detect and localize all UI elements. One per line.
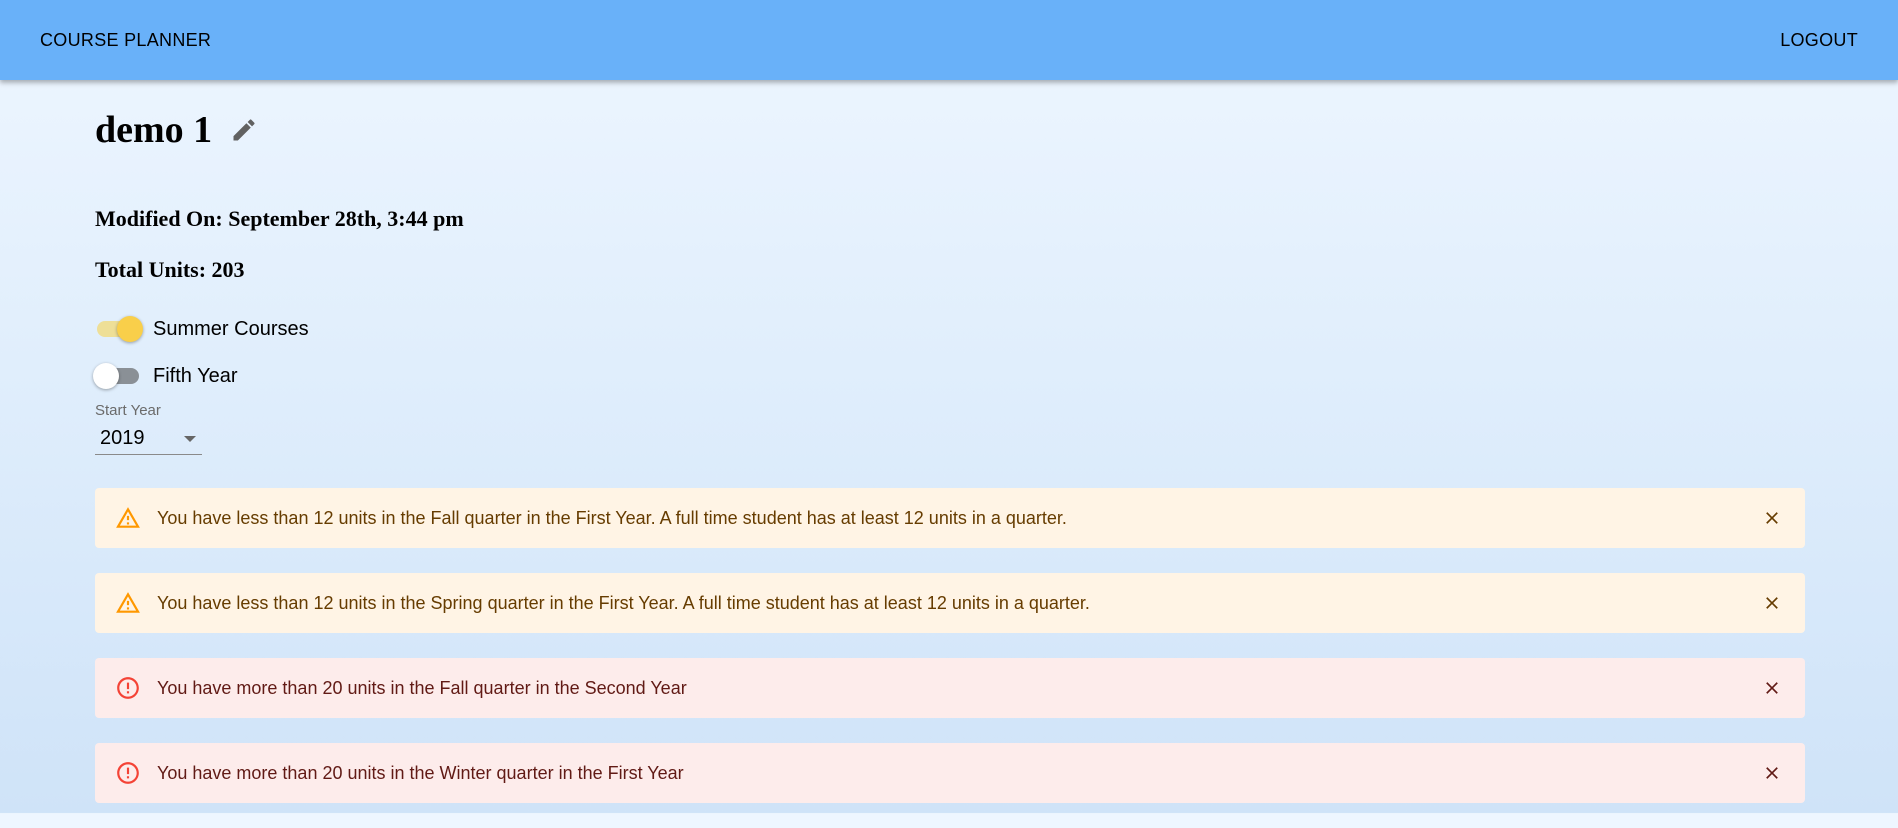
start-year-value: 2019 bbox=[100, 427, 145, 449]
logout-button[interactable]: LOGOUT bbox=[1780, 30, 1858, 51]
error-icon bbox=[115, 760, 141, 786]
start-year-label: Start Year bbox=[95, 402, 161, 419]
switch-thumb bbox=[93, 363, 119, 389]
edit-pencil-icon[interactable] bbox=[230, 116, 258, 144]
fifth-year-toggle-row: Fifth Year bbox=[93, 360, 238, 392]
plan-title: demo 1 bbox=[95, 109, 213, 151]
error-icon bbox=[115, 675, 141, 701]
alert-message: You have less than 12 units in the Sprin… bbox=[157, 592, 1090, 613]
modified-on-text: Modified On: September 28th, 3:44 pm bbox=[95, 206, 464, 231]
alert-error: You have more than 20 units in the Winte… bbox=[95, 743, 1805, 803]
summer-courses-switch[interactable] bbox=[95, 313, 143, 345]
dropdown-caret-icon bbox=[184, 435, 196, 442]
fifth-year-label: Fifth Year bbox=[153, 364, 238, 387]
alert-message: You have less than 12 units in the Fall … bbox=[157, 507, 1067, 528]
close-icon[interactable] bbox=[1759, 590, 1785, 616]
course-planner-button[interactable]: COURSE PLANNER bbox=[40, 30, 211, 51]
alert-warning: You have less than 12 units in the Sprin… bbox=[95, 573, 1805, 633]
alert-message: You have more than 20 units in the Winte… bbox=[157, 762, 684, 783]
warning-icon bbox=[115, 505, 141, 531]
close-icon[interactable] bbox=[1759, 675, 1785, 701]
switch-thumb bbox=[117, 316, 143, 342]
total-units-text: Total Units: 203 bbox=[95, 257, 245, 282]
close-icon[interactable] bbox=[1759, 760, 1785, 786]
alert-error: You have more than 20 units in the Fall … bbox=[95, 658, 1805, 718]
start-year-select-field: Start Year 2019 bbox=[95, 402, 202, 455]
alert-warning: You have less than 12 units in the Fall … bbox=[95, 488, 1805, 548]
alerts-list: You have less than 12 units in the Fall … bbox=[95, 488, 1805, 828]
warning-icon bbox=[115, 590, 141, 616]
summer-courses-toggle-row: Summer Courses bbox=[95, 313, 309, 345]
close-icon[interactable] bbox=[1759, 505, 1785, 531]
summer-courses-label: Summer Courses bbox=[153, 317, 309, 340]
plan-title-row: demo 1 bbox=[95, 108, 258, 152]
fifth-year-switch[interactable] bbox=[93, 360, 141, 392]
alert-message: You have more than 20 units in the Fall … bbox=[157, 677, 687, 698]
start-year-select[interactable]: 2019 bbox=[95, 423, 202, 455]
app-bar: COURSE PLANNER LOGOUT bbox=[0, 0, 1898, 80]
